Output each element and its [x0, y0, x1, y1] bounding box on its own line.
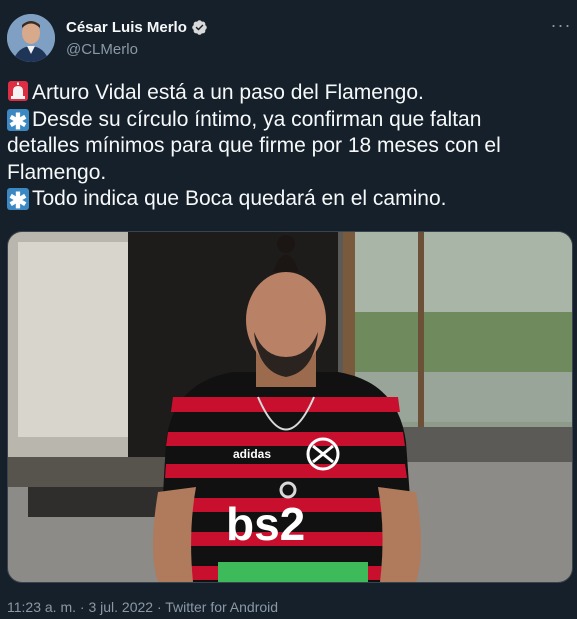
asterisk-emoji-icon: ✱	[7, 188, 29, 213]
tweet-text: Arturo Vidal está a un paso del Flamengo…	[7, 80, 567, 213]
display-name[interactable]: César Luis Merlo	[66, 19, 187, 36]
jersey-sponsor: bs2	[226, 498, 305, 550]
tweet-line-1-text: Arturo Vidal está a un paso del Flamengo…	[32, 81, 424, 104]
name-row: César Luis Merlo	[66, 19, 208, 36]
author-info: César Luis Merlo @CLMerlo	[66, 19, 208, 58]
tweet-photo[interactable]: bs2 adidas	[7, 231, 573, 583]
author-handle[interactable]: @CLMerlo	[66, 41, 208, 58]
more-options-icon[interactable]: ···	[550, 16, 572, 36]
tweet-line-5: ✱ Todo indica que Boca quedará en el cami…	[7, 186, 567, 213]
tweet-line-1: Arturo Vidal está a un paso del Flamengo…	[7, 80, 567, 107]
tweet-card: César Luis Merlo @CLMerlo ··· Arturo Vid…	[0, 0, 577, 619]
verified-badge-icon	[191, 19, 208, 36]
jersey-brand: adidas	[233, 447, 271, 461]
author-avatar[interactable]	[7, 14, 55, 62]
tweet-line-2: ✱ Desde su círculo íntimo, ya confirman q…	[7, 107, 567, 134]
asterisk-emoji-icon: ✱	[7, 108, 29, 134]
tweet-line-3: detalles mínimos para que firme por 18 m…	[7, 134, 501, 157]
tweet-line-4: Flamengo.	[7, 160, 107, 184]
siren-emoji-icon	[7, 80, 29, 102]
tweet-line-2-text: Desde su círculo íntimo, ya confirman qu…	[32, 107, 482, 131]
tweet-line-5-text: Todo indica que Boca quedará en el camin…	[32, 187, 447, 210]
tweet-timestamp[interactable]: 11:23 a. m. · 3 jul. 2022 · Twitter for …	[7, 599, 278, 615]
